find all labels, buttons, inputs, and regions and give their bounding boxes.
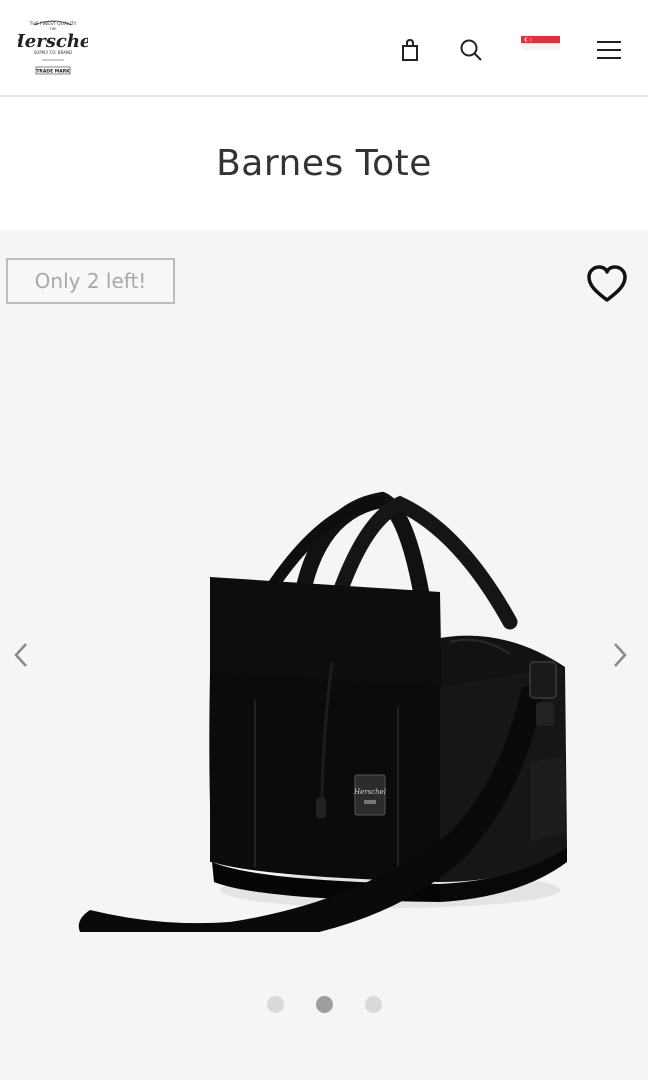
svg-text:Herschel: Herschel: [353, 788, 386, 796]
carousel-dots: [0, 996, 648, 1020]
svg-text:Herschel: Herschel: [18, 31, 88, 52]
product-image: Herschel: [60, 362, 580, 932]
herschel-logo[interactable]: THE FINEST QUALITY THE Herschel SUPPLY C…: [18, 16, 88, 78]
menu-icon[interactable]: [595, 36, 623, 64]
next-arrow-icon[interactable]: [609, 638, 631, 672]
page-title: Barnes Tote: [216, 143, 432, 184]
search-icon[interactable]: [457, 36, 485, 64]
product-gallery: Only 2 left! Herschel: [0, 230, 648, 1080]
heart-icon[interactable]: [585, 264, 629, 304]
svg-text:TRADE MARK: TRADE MARK: [36, 69, 70, 75]
previous-arrow-icon[interactable]: [10, 638, 32, 672]
carousel-dot-1[interactable]: [266, 996, 284, 1013]
herschel-logo-graphic: THE FINEST QUALITY THE Herschel SUPPLY C…: [18, 20, 88, 75]
stock-badge: Only 2 left!: [6, 258, 175, 304]
carousel-dot-2[interactable]: [315, 996, 333, 1013]
svg-text:SUPPLY CO. BRAND: SUPPLY CO. BRAND: [34, 50, 72, 55]
carousel-dot-3[interactable]: [364, 996, 382, 1013]
tote-bag-illustration: Herschel: [78, 491, 567, 932]
bag-icon[interactable]: [396, 36, 424, 64]
singapore-flag-icon[interactable]: [521, 36, 560, 50]
product-title-section: Barnes Tote: [0, 97, 648, 230]
site-header: THE FINEST QUALITY THE Herschel SUPPLY C…: [0, 0, 648, 97]
